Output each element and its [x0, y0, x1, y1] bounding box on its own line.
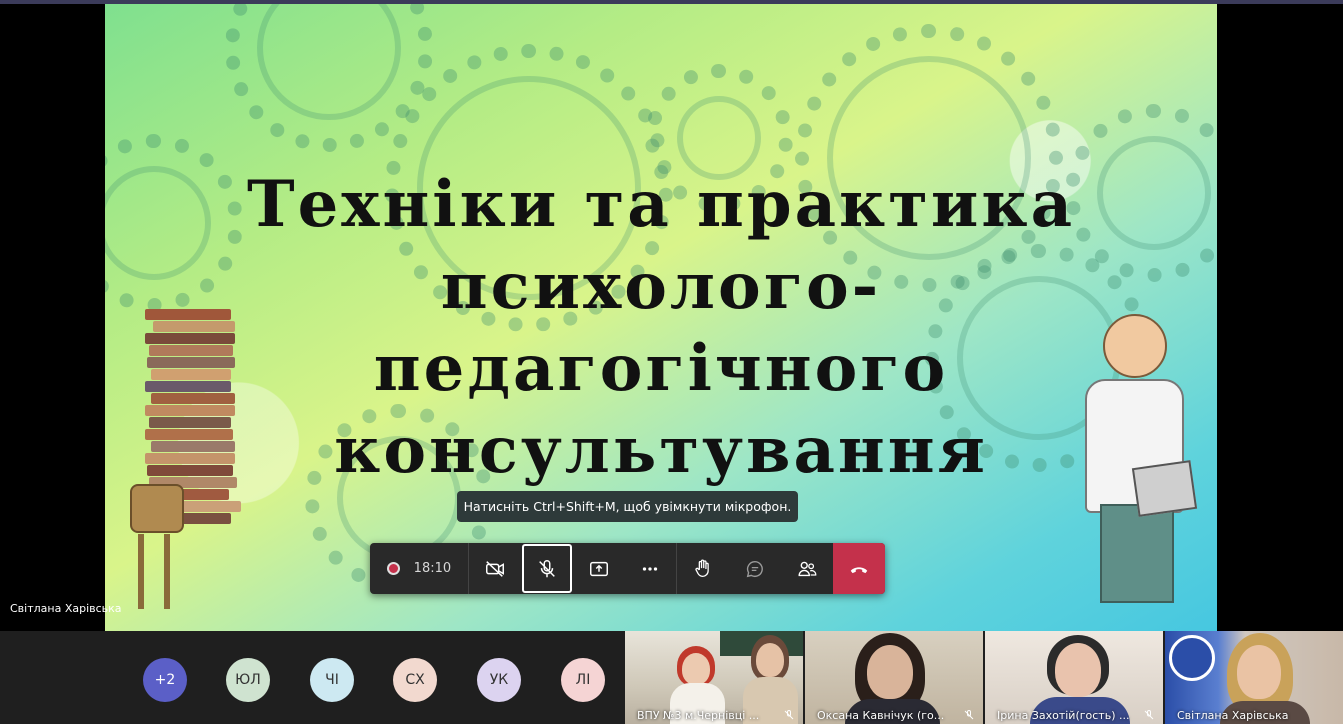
record-icon: [386, 562, 400, 575]
mic-shortcut-tooltip: Натисніть Ctrl+Shift+M, щоб увімкнути мі…: [457, 491, 798, 522]
slide-title-line: консультування: [334, 413, 988, 488]
raise-hand-icon: [695, 558, 710, 577]
mic-off-icon: [964, 710, 974, 720]
slide-title-line: Техніки та практика: [246, 167, 1076, 242]
hang-up-icon: [850, 566, 868, 573]
presentation-slide: Техніки та практика психолого- педагогіч…: [105, 4, 1217, 631]
participant-avatar[interactable]: СХ: [393, 658, 437, 702]
participant-video-tile[interactable]: Ірина Захотій(гость) ...: [985, 631, 1163, 724]
participants-button[interactable]: [781, 543, 833, 594]
more-participants-avatar[interactable]: +2: [143, 658, 187, 702]
participant-avatar[interactable]: ЮЛ: [226, 658, 270, 702]
meeting-toolbar: 18:10: [370, 543, 885, 594]
slide-title-line: педагогічного: [373, 331, 949, 406]
presenter-name-label: Світлана Харівська: [10, 602, 122, 615]
shared-screen-stage: Техніки та практика психолого- педагогіч…: [0, 4, 1343, 631]
chat-button[interactable]: [729, 543, 781, 594]
more-actions-button[interactable]: [625, 543, 677, 594]
share-screen-button[interactable]: [573, 543, 625, 594]
participant-avatar[interactable]: УК: [477, 658, 521, 702]
camera-off-icon: [485, 560, 504, 577]
share-screen-icon: [589, 561, 608, 576]
participant-name: ВПУ №3 м.Чернівці ...: [637, 709, 760, 722]
participant-avatar[interactable]: ЛІ: [561, 658, 605, 702]
raise-hand-button[interactable]: [677, 543, 729, 594]
robot-illustration: [120, 474, 190, 614]
participants-strip: +2 ЮЛ ЧІ СХ УК ЛІ ВПУ №3 м.Чернівці ... …: [0, 631, 1343, 724]
participant-video-tile[interactable]: Світлана Харівська: [1165, 631, 1343, 724]
meeting-timer: 18:10: [413, 561, 452, 576]
participant-video-tile[interactable]: ВПУ №3 м.Чернівці ...: [625, 631, 803, 724]
mic-off-icon: [1144, 710, 1154, 720]
hang-up-button[interactable]: [833, 543, 885, 594]
mic-off-icon: [784, 710, 794, 720]
people-icon: [798, 561, 817, 576]
chat-icon: [746, 560, 764, 577]
mic-off-icon: [538, 559, 555, 577]
camera-toggle-button[interactable]: [469, 543, 521, 594]
participant-name: Оксана Кавнічук (го...: [817, 709, 945, 722]
recording-indicator[interactable]: 18:10: [370, 543, 469, 594]
slide-title: Техніки та практика психолого- педагогіч…: [105, 164, 1217, 492]
participant-name: Світлана Харівська: [1177, 709, 1289, 722]
more-icon: [643, 566, 658, 571]
participant-name: Ірина Захотій(гость) ...: [997, 709, 1130, 722]
participant-video-tile[interactable]: Оксана Кавнічук (го...: [805, 631, 983, 724]
participant-avatar[interactable]: ЧІ: [310, 658, 354, 702]
mic-toggle-button[interactable]: [521, 544, 572, 593]
slide-title-line: психолого-: [440, 249, 882, 324]
